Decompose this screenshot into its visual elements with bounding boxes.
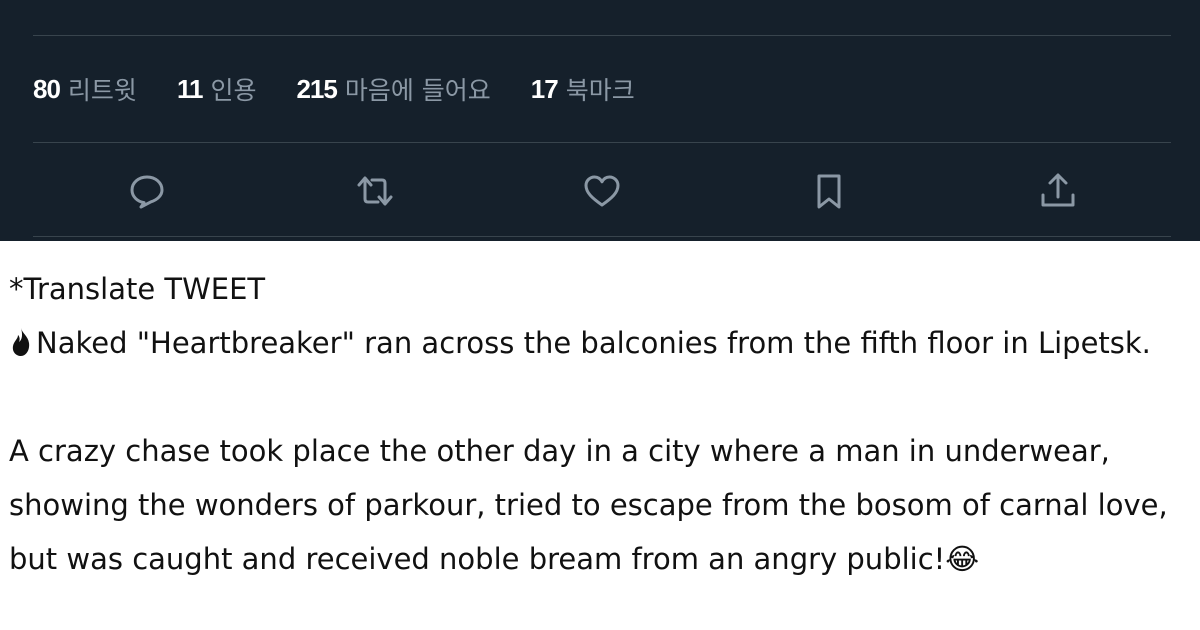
headline-paragraph: Naked "Heartbreaker" ran across the balc… bbox=[9, 316, 1189, 370]
bookmark-stat[interactable]: 17 북마크 bbox=[531, 71, 635, 107]
tweet-actions bbox=[33, 163, 1171, 219]
like-stat[interactable]: 215 마음에 들어요 bbox=[296, 71, 490, 107]
quote-count: 11 bbox=[176, 73, 203, 104]
retweet-button[interactable] bbox=[351, 167, 399, 215]
body-text: A crazy chase took place the other day i… bbox=[9, 434, 1168, 576]
reply-button[interactable] bbox=[123, 167, 171, 215]
like-button[interactable] bbox=[578, 167, 626, 215]
like-count: 215 bbox=[296, 73, 337, 104]
headline-text: Naked "Heartbreaker" ran across the balc… bbox=[36, 326, 1151, 360]
middle-divider bbox=[33, 142, 1171, 143]
like-icon bbox=[584, 175, 620, 207]
translated-tweet: *Translate TWEET Naked "Heartbreaker" ra… bbox=[9, 262, 1189, 586]
engagement-stats: 80 리트윗 11 인용 215 마음에 들어요 17 북마크 bbox=[33, 70, 635, 108]
bookmark-label: 북마크 bbox=[565, 76, 635, 105]
retweet-icon bbox=[357, 176, 393, 206]
share-icon bbox=[1041, 173, 1075, 207]
quote-stat[interactable]: 11 인용 bbox=[177, 71, 257, 107]
tweet-detail-panel: 80 리트윗 11 인용 215 마음에 들어요 17 북마크 bbox=[0, 0, 1200, 241]
translate-header: *Translate TWEET bbox=[9, 272, 266, 306]
retweet-label: 리트윗 bbox=[67, 76, 137, 105]
retweet-count: 80 bbox=[33, 73, 61, 104]
retweet-stat[interactable]: 80 리트윗 bbox=[33, 71, 137, 107]
share-button[interactable] bbox=[1034, 167, 1082, 215]
bookmark-button[interactable] bbox=[805, 167, 853, 215]
bookmark-count: 17 bbox=[530, 73, 559, 104]
bookmark-icon bbox=[817, 174, 841, 209]
quote-label: 인용 bbox=[210, 76, 257, 105]
top-divider bbox=[33, 35, 1171, 36]
like-label: 마음에 들어요 bbox=[344, 76, 491, 105]
fire-icon bbox=[12, 328, 30, 356]
reply-icon bbox=[130, 175, 164, 209]
bottom-divider bbox=[33, 236, 1171, 237]
